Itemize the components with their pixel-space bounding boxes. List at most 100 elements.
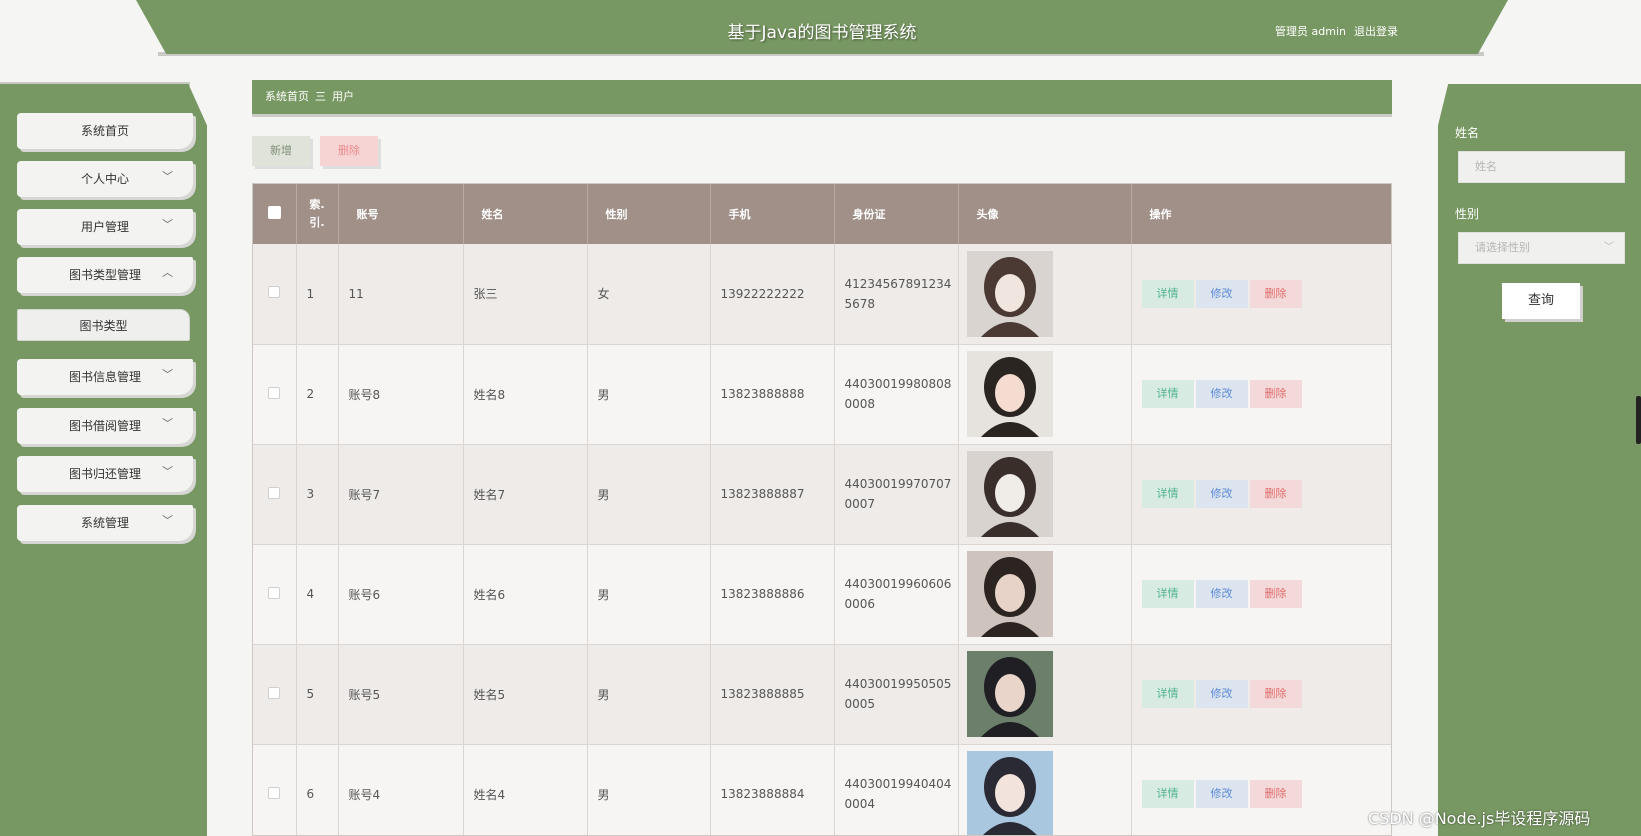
sidebar-item-users[interactable]: 用户管理 ﹀ bbox=[17, 209, 193, 245]
sidebar-item-label: 系统首页 bbox=[80, 124, 129, 138]
detail-button[interactable]: 详情 bbox=[1141, 580, 1194, 608]
detail-button[interactable]: 详情 bbox=[1141, 279, 1194, 308]
sidebar-item-book-info[interactable]: 图书信息管理 ﹀ bbox=[17, 359, 193, 395]
watermark: CSDN @Node.js毕设程序源码 bbox=[1368, 809, 1591, 828]
chevron-down-icon: ﹀ bbox=[162, 514, 173, 527]
cell-phone: 13823888885 bbox=[710, 644, 835, 745]
table-row: 5 账号5 姓名5 男 13823888885 440300199505050005 详情修… bbox=[253, 644, 1391, 745]
breadcrumb-home[interactable]: 系统首页 bbox=[265, 90, 309, 103]
edit-button[interactable]: 修改 bbox=[1195, 680, 1248, 708]
cell-gender: 女 bbox=[587, 244, 711, 345]
scrollbar-thumb[interactable] bbox=[1636, 396, 1641, 444]
cell-gender: 男 bbox=[587, 744, 711, 835]
sidebar-item-label: 用户管理 bbox=[80, 220, 129, 234]
cell-avatar bbox=[958, 444, 1132, 545]
cell-name: 姓名7 bbox=[463, 444, 588, 545]
sidebar-item-label: 图书类型管理 bbox=[68, 268, 141, 282]
cell-name: 张三 bbox=[463, 244, 588, 345]
cell-account: 账号5 bbox=[338, 644, 464, 745]
user-area: 管理员 admin 退出登录 bbox=[1275, 23, 1398, 39]
add-button[interactable]: 新增 bbox=[252, 136, 310, 166]
delete-button[interactable]: 删除 bbox=[1249, 680, 1302, 708]
delete-button[interactable]: 删除 bbox=[1249, 780, 1302, 808]
table-row: 6 账号4 姓名4 男 13823888884 440300199404040004 详情修… bbox=[253, 744, 1391, 835]
cell-name: 姓名5 bbox=[463, 644, 588, 745]
sidebar-item-profile[interactable]: 个人中心 ﹀ bbox=[17, 161, 193, 197]
delete-button[interactable]: 删除 bbox=[1249, 279, 1302, 308]
edit-button[interactable]: 修改 bbox=[1195, 279, 1248, 308]
table-header-row: 索. 引. 账号 姓名 性别 手机 身份证 头像 操作 bbox=[253, 184, 1391, 244]
cell-idcard: 440300199707070007 bbox=[834, 444, 959, 545]
cell-avatar bbox=[958, 544, 1132, 645]
breadcrumb-separator: 三 bbox=[315, 90, 326, 103]
delete-button[interactable]: 删除 bbox=[1249, 380, 1302, 408]
user-label: 管理员 admin bbox=[1275, 25, 1346, 38]
row-checkbox[interactable] bbox=[268, 286, 281, 299]
cell-name: 姓名8 bbox=[463, 344, 588, 445]
detail-button[interactable]: 详情 bbox=[1141, 780, 1194, 808]
cell-actions: 详情 修改 删除 bbox=[1131, 644, 1391, 745]
header-avatar: 头像 bbox=[958, 184, 1132, 244]
cell-actions: 详情 修改 删除 bbox=[1131, 444, 1391, 545]
chevron-down-icon: ﹀ bbox=[162, 218, 173, 231]
sidebar-item-system[interactable]: 系统管理 ﹀ bbox=[17, 505, 193, 541]
row-checkbox-cell[interactable] bbox=[253, 644, 297, 745]
top-header: 基于Java的图书管理系统 管理员 admin 退出登录 bbox=[136, 0, 1508, 54]
edit-button[interactable]: 修改 bbox=[1195, 580, 1248, 608]
cell-phone: 13823888886 bbox=[710, 544, 835, 645]
chevron-down-icon: ﹀ bbox=[1604, 242, 1614, 253]
edit-button[interactable]: 修改 bbox=[1195, 780, 1248, 808]
edit-button[interactable]: 修改 bbox=[1195, 380, 1248, 408]
name-search-input[interactable]: 姓名 bbox=[1458, 151, 1625, 183]
detail-button[interactable]: 详情 bbox=[1141, 480, 1194, 508]
chevron-down-icon: ﹀ bbox=[162, 465, 173, 478]
sidebar-item-label: 图书借阅管理 bbox=[68, 419, 141, 433]
sidebar-item-borrow[interactable]: 图书借阅管理 ﹀ bbox=[17, 408, 193, 444]
header-select-all[interactable] bbox=[253, 184, 297, 244]
sidebar-item-home[interactable]: 系统首页 bbox=[17, 113, 193, 149]
cell-gender: 男 bbox=[587, 344, 711, 445]
cell-phone: 13823888888 bbox=[710, 344, 835, 445]
cell-idcard: 440300199808080008 bbox=[834, 344, 959, 445]
row-checkbox[interactable] bbox=[268, 686, 281, 699]
row-checkbox-cell[interactable] bbox=[253, 444, 297, 545]
search-panel bbox=[1438, 84, 1641, 836]
user-table: 索. 引. 账号 姓名 性别 手机 身份证 头像 操作 1 11 张三女 139222… bbox=[252, 183, 1392, 836]
delete-button[interactable]: 删除 bbox=[1249, 480, 1302, 508]
cell-gender: 男 bbox=[587, 644, 711, 745]
header-actions: 操作 bbox=[1131, 184, 1391, 244]
sidebar-item-return[interactable]: 图书归还管理 ﹀ bbox=[17, 456, 193, 492]
row-checkbox-cell[interactable] bbox=[253, 344, 297, 445]
row-checkbox[interactable] bbox=[268, 486, 281, 499]
row-checkbox[interactable] bbox=[268, 786, 281, 799]
cell-actions: 详情 修改 删除 bbox=[1131, 544, 1391, 645]
sidebar-item-book-type-mgmt[interactable]: 图书类型管理 ︿ bbox=[17, 257, 193, 293]
logout-link[interactable]: 退出登录 bbox=[1354, 23, 1398, 39]
cell-idcard: 412345678912345678 bbox=[834, 244, 959, 345]
detail-button[interactable]: 详情 bbox=[1141, 380, 1194, 408]
cell-idcard: 440300199606060006 bbox=[834, 544, 959, 645]
row-checkbox[interactable] bbox=[268, 386, 281, 399]
cell-index: 6 bbox=[296, 744, 339, 835]
row-checkbox-cell[interactable] bbox=[253, 744, 297, 835]
header-gender: 性别 bbox=[587, 184, 711, 244]
search-button[interactable]: 查询 bbox=[1502, 283, 1580, 319]
edit-button[interactable]: 修改 bbox=[1195, 480, 1248, 508]
sidebar-item-label: 图书归还管理 bbox=[68, 467, 141, 481]
header-phone: 手机 bbox=[710, 184, 835, 244]
sidebar-item-label: 图书信息管理 bbox=[68, 370, 141, 384]
gender-select[interactable]: 请选择性别 ﹀ bbox=[1458, 232, 1625, 264]
delete-button[interactable]: 删除 bbox=[1249, 580, 1302, 608]
row-checkbox[interactable] bbox=[268, 586, 281, 599]
cell-account: 账号8 bbox=[338, 344, 464, 445]
cell-idcard: 440300199505050005 bbox=[834, 644, 959, 745]
breadcrumb: 系统首页三用户 bbox=[252, 80, 1392, 114]
row-checkbox-cell[interactable] bbox=[253, 244, 297, 345]
select-all-checkbox[interactable] bbox=[267, 206, 281, 219]
batch-delete-button[interactable]: 删除 bbox=[320, 136, 378, 166]
sidebar-item-label: 图书类型 bbox=[79, 319, 128, 333]
page: 基于Java的图书管理系统 管理员 admin 退出登录 系统首页 个人中心 ﹀ … bbox=[0, 0, 1641, 836]
detail-button[interactable]: 详情 bbox=[1141, 680, 1194, 708]
row-checkbox-cell[interactable] bbox=[253, 544, 297, 645]
sidebar-subitem-book-type[interactable]: 图书类型 bbox=[17, 309, 190, 341]
